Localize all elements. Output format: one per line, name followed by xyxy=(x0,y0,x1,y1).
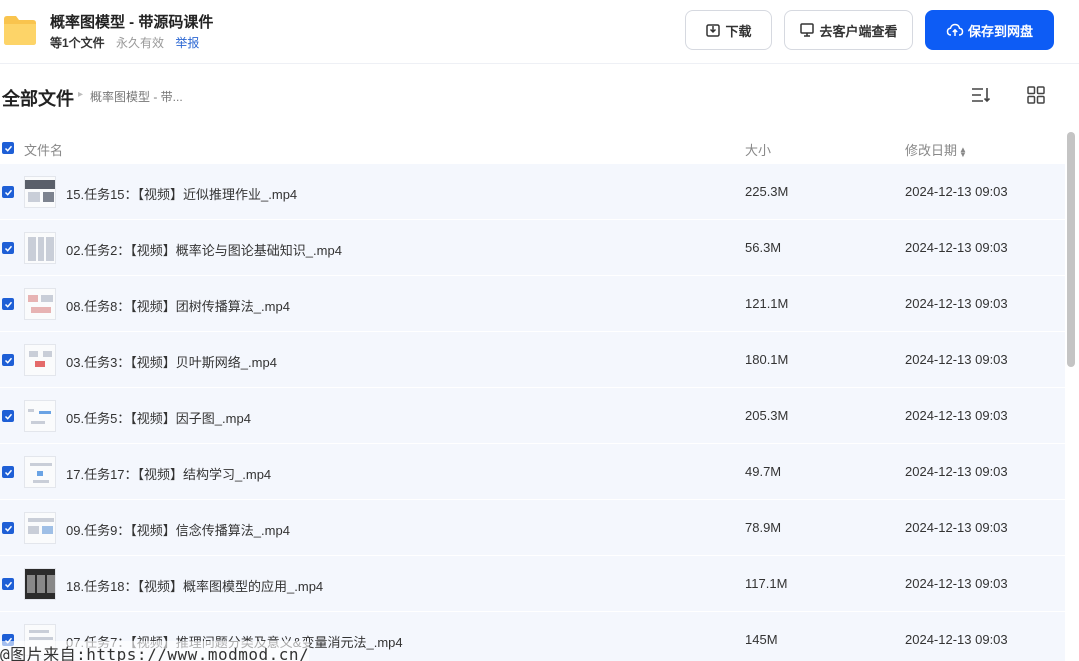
save-to-drive-button[interactable]: 保存到网盘 xyxy=(925,10,1054,50)
select-all-checkbox[interactable] xyxy=(2,142,14,154)
column-header-size[interactable]: 大小 xyxy=(745,140,771,159)
checkmark-icon xyxy=(4,525,12,532)
file-name[interactable]: 18.任务18：【视频】概率图模型的应用_.mp4 xyxy=(66,576,323,595)
monitor-icon xyxy=(800,23,815,37)
row-checkbox[interactable] xyxy=(2,466,14,478)
file-date: 2024-12-13 09:03 xyxy=(905,352,1008,367)
sort-order-icon[interactable] xyxy=(970,85,992,105)
video-thumbnail xyxy=(24,512,56,544)
open-client-label: 去客户端查看 xyxy=(819,23,898,39)
file-size: 145M xyxy=(745,632,778,647)
file-name[interactable]: 17.任务17：【视频】结构学习_.mp4 xyxy=(66,464,271,483)
column-header-name[interactable]: 文件名 xyxy=(24,140,63,159)
file-date: 2024-12-13 09:03 xyxy=(905,408,1008,423)
row-checkbox[interactable] xyxy=(2,298,14,310)
file-size: 121.1M xyxy=(745,296,789,311)
file-date: 2024-12-13 09:03 xyxy=(905,296,1008,311)
file-name[interactable]: 05.任务5：【视频】因子图_.mp4 xyxy=(66,408,251,427)
file-date: 2024-12-13 09:03 xyxy=(905,632,1008,647)
download-button[interactable]: 下载 xyxy=(685,10,772,50)
file-date: 2024-12-13 09:03 xyxy=(905,184,1008,199)
file-name[interactable]: 09.任务9：【视频】信念传播算法_.mp4 xyxy=(66,520,290,539)
checkmark-icon xyxy=(4,581,12,588)
row-checkbox[interactable] xyxy=(2,242,14,254)
row-checkbox[interactable] xyxy=(2,410,14,422)
file-size: 225.3M xyxy=(745,184,789,199)
column-header-date-label: 修改日期 xyxy=(905,143,958,158)
file-date: 2024-12-13 09:03 xyxy=(905,576,1008,591)
scrollbar-thumb[interactable] xyxy=(1067,132,1075,367)
file-list-header: 文件名 大小 修改日期 ▲ ▼ xyxy=(0,134,1065,162)
file-size: 117.1M xyxy=(745,576,788,591)
row-checkbox[interactable] xyxy=(2,578,14,590)
breadcrumb-root[interactable]: 全部文件 xyxy=(2,85,74,111)
breadcrumb-current: 概率图模型 - 带... xyxy=(90,90,183,104)
video-thumbnail xyxy=(24,288,56,320)
file-row[interactable]: 15.任务15：【视频】近似推理作业_.mp4 225.3M 2024-12-1… xyxy=(0,164,1065,220)
breadcrumb: 全部文件 ▸ 概率图模型 - 带... xyxy=(0,80,1079,112)
video-thumbnail xyxy=(24,232,56,264)
video-thumbnail xyxy=(24,568,56,600)
file-size: 205.3M xyxy=(745,408,789,423)
download-icon xyxy=(706,24,721,37)
file-row[interactable]: 17.任务17：【视频】结构学习_.mp4 49.7M 2024-12-13 0… xyxy=(0,444,1065,500)
checkmark-icon xyxy=(4,189,12,196)
file-size: 180.1M xyxy=(745,352,789,367)
file-date: 2024-12-13 09:03 xyxy=(905,520,1008,535)
row-checkbox[interactable] xyxy=(2,186,14,198)
file-date: 2024-12-13 09:03 xyxy=(905,464,1008,479)
video-thumbnail xyxy=(24,400,56,432)
video-thumbnail xyxy=(24,344,56,376)
file-row[interactable]: 18.任务18：【视频】概率图模型的应用_.mp4 117.1M 2024-12… xyxy=(0,556,1065,612)
row-checkbox[interactable] xyxy=(2,354,14,366)
file-row[interactable]: 08.任务8：【视频】团树传播算法_.mp4 121.1M 2024-12-13… xyxy=(0,276,1065,332)
file-count: 等1个文件 xyxy=(50,36,105,50)
video-thumbnail xyxy=(24,456,56,488)
share-meta: 等1个文件 永久有效 举报 xyxy=(50,34,199,51)
save-to-drive-label: 保存到网盘 xyxy=(967,23,1033,39)
cloud-upload-icon xyxy=(946,23,964,36)
file-name[interactable]: 03.任务3：【视频】贝叶斯网络_.mp4 xyxy=(66,352,277,371)
checkmark-icon xyxy=(4,413,12,420)
share-header: 概率图模型 - 带源码课件 等1个文件 永久有效 举报 下载 去客户端查看 保存… xyxy=(0,0,1079,64)
open-client-button[interactable]: 去客户端查看 xyxy=(784,10,913,50)
file-name[interactable]: 08.任务8：【视频】团树传播算法_.mp4 xyxy=(66,296,290,315)
file-date: 2024-12-13 09:03 xyxy=(905,240,1008,255)
file-name[interactable]: 15.任务15：【视频】近似推理作业_.mp4 xyxy=(66,184,297,203)
folder-icon xyxy=(4,16,36,45)
file-list: 15.任务15：【视频】近似推理作业_.mp4 225.3M 2024-12-1… xyxy=(0,164,1065,661)
checkmark-icon xyxy=(4,245,12,252)
share-title: 概率图模型 - 带源码课件 xyxy=(50,14,214,31)
sort-arrows-icon: ▲ ▼ xyxy=(959,144,967,159)
checkmark-icon xyxy=(4,301,12,308)
grid-view-icon[interactable] xyxy=(1026,85,1046,105)
file-row[interactable]: 05.任务5：【视频】因子图_.mp4 205.3M 2024-12-13 09… xyxy=(0,388,1065,444)
file-row[interactable]: 02.任务2：【视频】概率论与图论基础知识_.mp4 56.3M 2024-12… xyxy=(0,220,1065,276)
file-row[interactable]: 03.任务3：【视频】贝叶斯网络_.mp4 180.1M 2024-12-13 … xyxy=(0,332,1065,388)
download-label: 下载 xyxy=(725,23,752,39)
file-row[interactable]: 09.任务9：【视频】信念传播算法_.mp4 78.9M 2024-12-13 … xyxy=(0,500,1065,556)
row-checkbox[interactable] xyxy=(2,522,14,534)
file-name[interactable]: 02.任务2：【视频】概率论与图论基础知识_.mp4 xyxy=(66,240,342,259)
file-size: 49.7M xyxy=(745,464,782,479)
file-size: 78.9M xyxy=(745,520,782,535)
checkmark-icon xyxy=(4,357,12,364)
watermark-text: @图片来自:https://www.modmod.cn/ xyxy=(0,641,310,661)
video-thumbnail xyxy=(24,176,56,208)
validity-text: 永久有效 xyxy=(116,36,165,50)
file-size: 56.3M xyxy=(745,240,782,255)
breadcrumb-separator-icon: ▸ xyxy=(78,89,84,100)
checkmark-icon xyxy=(4,469,12,476)
report-link[interactable]: 举报 xyxy=(175,36,199,50)
checkmark-icon xyxy=(4,145,12,152)
column-header-date[interactable]: 修改日期 ▲ ▼ xyxy=(905,140,967,159)
